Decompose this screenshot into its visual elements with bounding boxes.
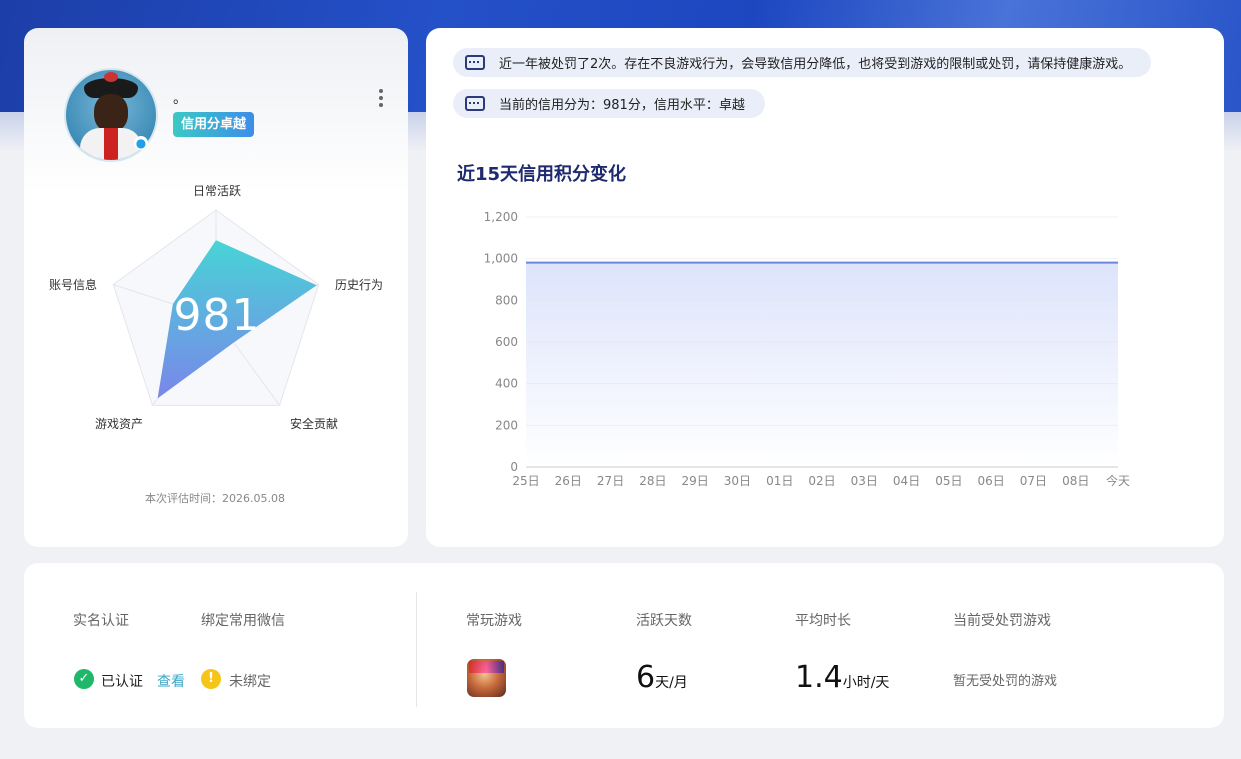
active-days-number: 6 [636,660,656,695]
wechat-label: 绑定常用微信 [201,613,285,629]
game-icon[interactable] [467,659,506,697]
credit-score: 981 [173,290,261,341]
wechat-status: 未绑定 [229,674,271,690]
score-notice-text: 当前的信用分为：981分，信用水平：卓越 [499,98,745,113]
check-circle-icon: ✓ [74,669,94,689]
stats-card [24,563,1224,728]
radar-label-account: 账号信息 [49,278,98,292]
warning-circle-icon: ! [201,669,221,689]
punished-games-value: 暂无受处罚的游戏 [953,674,1058,689]
penalty-notice-text: 近一年被处罚了2次。存在不良游戏行为，会导致信用分降低，也将受到游戏的限制或处罚… [499,57,1132,72]
avg-duration-unit: 小时/天 [842,675,890,691]
score-notice: 当前的信用分为：981分，信用水平：卓越 [453,89,765,118]
stats-divider [416,592,417,707]
chat-icon [465,95,485,112]
active-days-label: 活跃天数 [636,613,692,629]
radar-label-assets: 游戏资产 [95,417,144,431]
avg-duration-label: 平均时长 [795,613,851,629]
avg-duration-number: 1.4 [795,660,843,695]
active-days-unit: 天/月 [655,675,688,691]
view-link[interactable]: 查看 [157,671,185,691]
active-days-value: 6天/月 [636,660,688,695]
penalty-notice: 近一年被处罚了2次。存在不良游戏行为，会导致信用分降低，也将受到游戏的限制或处罚… [453,48,1152,77]
radar-label-history: 历史行为 [335,278,384,292]
real-name-label: 实名认证 [73,613,129,629]
radar-label-security: 安全贡献 [290,417,339,431]
avg-duration-value: 1.4小时/天 [795,660,889,695]
chat-icon [465,54,485,71]
punished-games-label: 当前受处罚游戏 [953,613,1051,629]
frequent-game-label: 常玩游戏 [466,613,522,629]
evaluation-time: 本次评估时间：2026.05.08 [145,492,285,505]
chart-title: 近15天信用积分变化 [457,164,627,185]
real-name-status: 已认证 [101,674,143,690]
radar-label-daily-active: 日常活跃 [193,184,242,198]
